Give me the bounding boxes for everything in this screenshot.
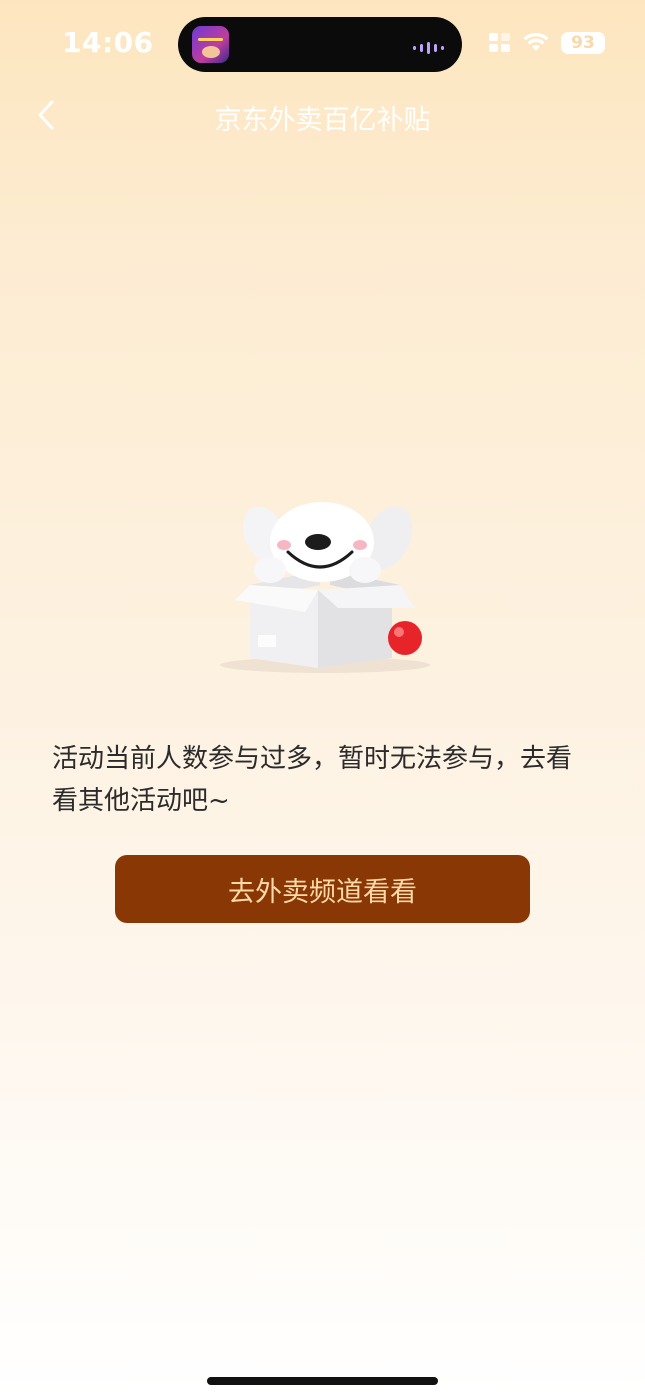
- status-icons: 93: [489, 32, 605, 54]
- page-title: 京东外卖百亿补贴: [214, 105, 431, 136]
- audio-wave-icon: [413, 42, 444, 54]
- dynamic-island[interactable]: [178, 17, 462, 72]
- joy-dog-in-box-illustration: [220, 502, 430, 673]
- error-message: 活动当前人数参与过多，暂时无法参与，去看看其他活动吧~: [52, 744, 573, 816]
- grid-icon: [489, 33, 511, 53]
- status-bar: 14:06 93: [0, 0, 645, 90]
- go-to-takeout-channel-button[interactable]: 去外卖频道看看: [115, 855, 530, 923]
- home-indicator[interactable]: [207, 1377, 438, 1385]
- status-time: 14:06: [62, 26, 154, 59]
- wifi-icon: [523, 33, 549, 51]
- app-icon: [192, 26, 229, 63]
- nav-bar: 京东外卖百亿补贴: [0, 90, 645, 140]
- battery-icon: 93: [561, 32, 605, 54]
